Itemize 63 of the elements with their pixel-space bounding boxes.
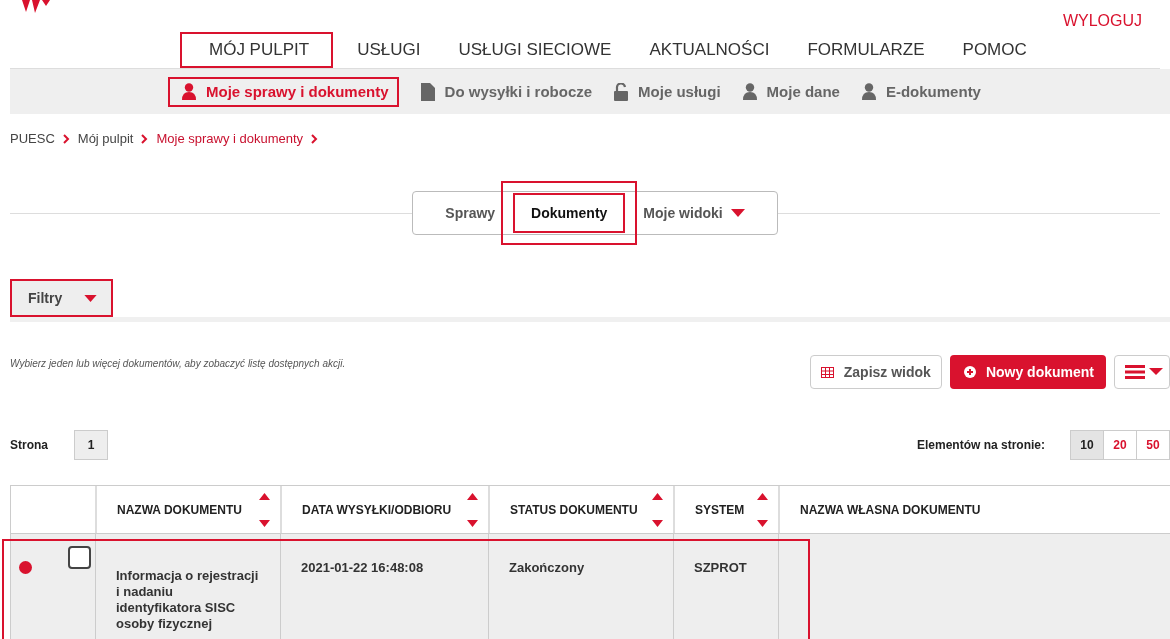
subnav-link[interactable]: Moje dane — [766, 83, 840, 100]
sort-icon[interactable] — [757, 492, 768, 527]
table-cell-text: Zakończony — [509, 560, 586, 576]
subnav-link[interactable]: Do wysyłki i robocze — [444, 83, 593, 100]
nav-link[interactable]: AKTUALNOŚCI — [649, 40, 770, 60]
table-cell-text: SZPROT — [694, 560, 748, 576]
column-header: STATUS DOKUMENTU — [510, 502, 638, 517]
table-cell: Informacja o rejestracji i nadaniu identyfikatora SISC osoby fizycznej — [116, 568, 260, 632]
nav-link[interactable]: FORMULARZE — [807, 40, 925, 60]
sort-icon[interactable] — [259, 492, 270, 527]
breadcrumb-link[interactable]: Mój pulpit — [77, 131, 134, 146]
button-label: Zapisz widok — [843, 364, 931, 380]
person-icon — [742, 83, 757, 100]
sort-icon[interactable] — [652, 492, 663, 527]
sort-icon[interactable] — [467, 492, 478, 527]
tab-label: Dokumenty — [531, 205, 608, 221]
breadcrumb-link[interactable]: Moje sprawy i dokumenty — [156, 131, 304, 146]
row-checkbox[interactable] — [68, 546, 91, 569]
chevron-right-icon — [311, 133, 319, 144]
chevron-right-icon — [141, 133, 149, 144]
document-icon — [420, 82, 435, 101]
menu-icon — [1125, 365, 1163, 379]
column-header: DATA WYSYŁKI/ODBIORU — [302, 502, 452, 517]
page-label: Strona — [10, 438, 48, 452]
caret-down-icon — [730, 209, 745, 217]
logout-link[interactable]: WYLOGUJ — [1062, 12, 1142, 30]
caret-down-icon — [84, 294, 98, 302]
tab-label: Sprawy — [445, 205, 496, 221]
subnav-link[interactable]: Moje sprawy i dokumenty — [206, 83, 389, 100]
column-header: NAZWA DOKUMENTU — [117, 502, 242, 517]
subnav-link[interactable]: Moje usługi — [638, 83, 721, 100]
person-icon — [861, 83, 876, 100]
tab-label: Moje widoki — [643, 205, 723, 221]
page-size-option[interactable]: 20 — [1103, 430, 1137, 460]
page-size-option[interactable]: 50 — [1136, 430, 1170, 460]
view-tab[interactable]: Moje widoki — [631, 205, 757, 221]
plus-circle-icon — [963, 366, 976, 378]
nav-link[interactable]: USŁUGI SIECIOWE — [458, 40, 612, 60]
nav-link[interactable]: POMOC — [962, 40, 1027, 60]
unlocked-padlock-icon — [614, 82, 629, 101]
button-label: Nowy dokument — [985, 364, 1094, 380]
nav-link[interactable]: MÓJ PULPIT — [209, 40, 310, 60]
menu-button[interactable] — [1114, 355, 1170, 389]
breadcrumb-link[interactable]: PUESC — [10, 131, 55, 146]
column-header: SYSTEM — [695, 502, 745, 517]
view-tab[interactable]: Sprawy — [433, 205, 508, 221]
logo-icon — [22, 0, 52, 14]
page-size-option[interactable]: 10 — [1070, 430, 1104, 460]
page-size-label: Elementów na stronie: — [916, 438, 1045, 452]
filters-label: Filtry — [28, 290, 63, 306]
nav-link[interactable]: USŁUGI — [357, 40, 421, 60]
chevron-right-icon — [62, 133, 70, 144]
hint-text: Wybierz jeden lub więcej dokumentów, aby zobaczyć listę dostępnych akcji. — [10, 358, 346, 369]
subnav-link[interactable]: E-dokumenty — [885, 83, 981, 100]
column-header: NAZWA WŁASNA DOKUMENTU — [800, 502, 981, 517]
filters-button[interactable]: Filtry — [10, 279, 113, 317]
table-icon — [820, 366, 834, 378]
page-button[interactable]: 1 — [74, 430, 108, 460]
table-cell-text: 2021-01-22 16:48:08 — [301, 560, 425, 576]
person-icon — [182, 83, 196, 100]
view-tab[interactable]: Dokumenty — [519, 205, 620, 221]
save-view-button[interactable]: Zapisz widok — [809, 355, 942, 389]
new-document-button[interactable]: Nowy dokument — [949, 355, 1106, 389]
